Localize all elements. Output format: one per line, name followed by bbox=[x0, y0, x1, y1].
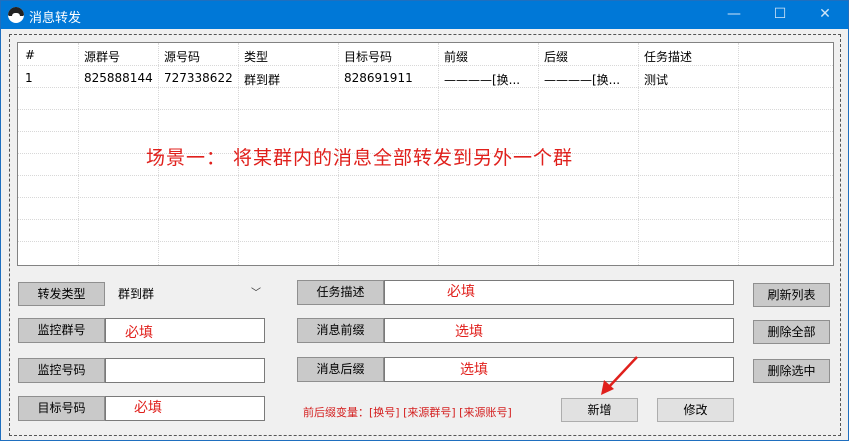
chevron-down-icon[interactable]: ﹀ bbox=[251, 282, 261, 306]
column-header-task-desc[interactable]: 任务描述 bbox=[644, 48, 692, 65]
title-bar[interactable]: 消息转发 — ☐ ✕ bbox=[1, 1, 848, 29]
red-arrow-annotation-icon bbox=[601, 356, 638, 395]
task-desc-hint: 必填 bbox=[447, 284, 475, 300]
monitor-number-input[interactable] bbox=[105, 358, 265, 383]
delete-all-button[interactable]: 删除全部 bbox=[753, 320, 830, 344]
add-button[interactable]: 新增 bbox=[561, 398, 638, 422]
column-header-source-number[interactable]: 源号码 bbox=[164, 48, 200, 65]
msg-suffix-hint: 选填 bbox=[460, 362, 488, 378]
column-header-prefix[interactable]: 前缀 bbox=[444, 48, 468, 65]
monitor-number-label: 监控号码 bbox=[18, 358, 105, 383]
table-cell-source-number[interactable]: 727338622 bbox=[164, 71, 233, 85]
app-avatar-icon bbox=[8, 7, 24, 23]
column-header-suffix[interactable]: 后缀 bbox=[544, 48, 568, 65]
column-header-index[interactable]: # bbox=[25, 48, 35, 62]
monitor-group-input[interactable]: 必填 bbox=[105, 318, 265, 343]
close-icon[interactable]: ✕ bbox=[802, 1, 848, 29]
column-header-target-number[interactable]: 目标号码 bbox=[344, 48, 392, 65]
maximize-icon[interactable]: ☐ bbox=[757, 1, 803, 29]
app-window: 消息转发 — ☐ ✕ # 源群号 源号码 类型 目标号码 前缀 后缀 任务描述 … bbox=[0, 0, 849, 441]
forward-type-label: 转发类型 bbox=[18, 282, 105, 306]
task-desc-input[interactable]: 必填 bbox=[384, 280, 734, 305]
edit-button[interactable]: 修改 bbox=[657, 398, 734, 422]
msg-prefix-input[interactable]: 选填 bbox=[384, 318, 734, 343]
msg-prefix-label: 消息前缀 bbox=[297, 318, 384, 343]
table-cell-target-number[interactable]: 828691911 bbox=[344, 71, 413, 85]
scene-annotation: 场景一： 将某群内的消息全部转发到另外一个群 bbox=[146, 147, 574, 169]
column-header-source-group[interactable]: 源群号 bbox=[84, 48, 120, 65]
table-cell-suffix[interactable]: ————[换... bbox=[544, 71, 634, 88]
table-cell-source-group[interactable]: 825888144 bbox=[84, 71, 153, 85]
monitor-group-label: 监控群号 bbox=[18, 318, 105, 343]
forward-type-select[interactable]: 群到群 ﹀ bbox=[112, 282, 265, 306]
monitor-group-hint: 必填 bbox=[125, 325, 153, 341]
msg-suffix-label: 消息后缀 bbox=[297, 357, 384, 382]
target-number-hint: 必填 bbox=[134, 400, 162, 416]
task-desc-label: 任务描述 bbox=[297, 280, 384, 305]
forward-type-value: 群到群 bbox=[118, 287, 155, 301]
msg-prefix-hint: 选填 bbox=[455, 324, 483, 340]
msg-suffix-input[interactable]: 选填 bbox=[384, 357, 734, 382]
target-number-input[interactable]: 必填 bbox=[105, 396, 265, 421]
refresh-list-button[interactable]: 刷新列表 bbox=[753, 283, 830, 307]
target-number-label: 目标号码 bbox=[18, 396, 105, 421]
window-title: 消息转发 bbox=[29, 11, 82, 26]
prefix-suffix-variables: 前后缀变量：[换号] [来源群号] [来源账号] bbox=[303, 406, 512, 419]
delete-selected-button[interactable]: 删除选中 bbox=[753, 359, 830, 383]
table-cell-task-desc[interactable]: 测试 bbox=[644, 71, 668, 88]
minimize-icon[interactable]: — bbox=[711, 1, 757, 29]
table-cell-prefix[interactable]: ————[换... bbox=[444, 71, 534, 88]
table-cell-index[interactable]: 1 bbox=[25, 71, 33, 85]
table-cell-type[interactable]: 群到群 bbox=[244, 71, 280, 88]
column-header-type[interactable]: 类型 bbox=[244, 48, 268, 65]
